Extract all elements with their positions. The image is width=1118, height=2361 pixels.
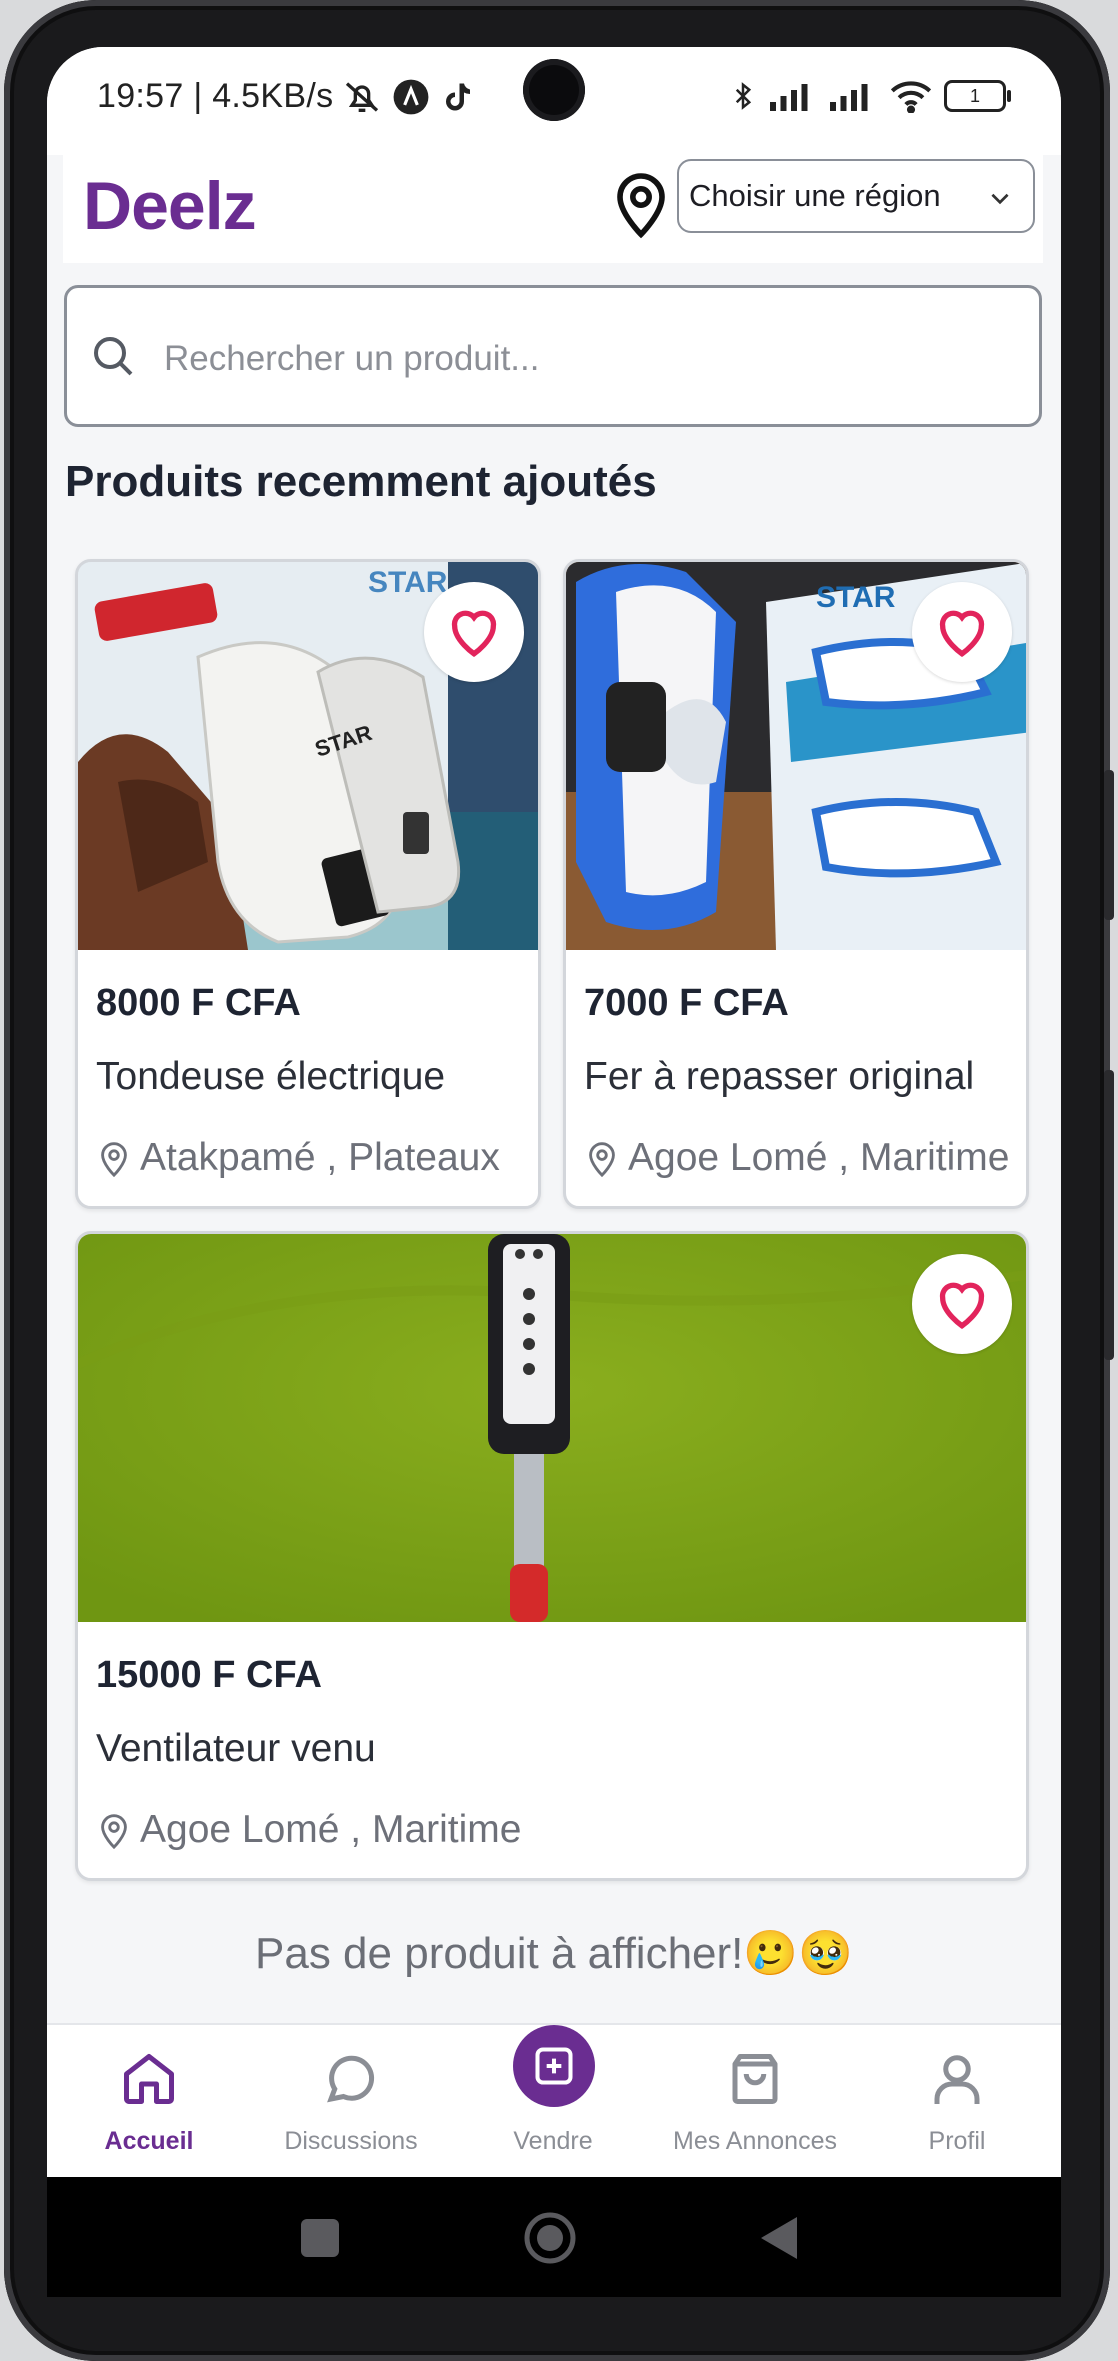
section-title: Produits recemment ajoutés (65, 457, 657, 506)
home-icon (124, 2054, 174, 2104)
product-image-fan (78, 1234, 1026, 1622)
system-navigation-bar (47, 2177, 1061, 2297)
nav-label: Profil (928, 2127, 986, 2155)
home-system-button[interactable] (523, 2211, 577, 2265)
bottom-navigation: Accueil Discussions Vendre Mes Annonces … (47, 2023, 1061, 2177)
nav-item-mes-annonces[interactable]: Mes Annonces (655, 2025, 855, 2177)
app-a-icon (393, 79, 429, 115)
nav-item-profil[interactable]: Profil (857, 2025, 1057, 2177)
product-location: Agoe Lomé , Maritime (584, 1136, 1010, 1180)
signal-icon (770, 84, 808, 111)
back-button[interactable] (757, 2215, 801, 2261)
favorite-button[interactable] (912, 582, 1012, 682)
nav-item-discussions[interactable]: Discussions (251, 2025, 451, 2177)
product-name: Ventilateur venu (96, 1727, 376, 1770)
volume-button (1104, 770, 1114, 920)
chevron-down-icon (991, 193, 1009, 205)
signal-icon-2 (830, 84, 868, 111)
svg-text:STAR: STAR (816, 581, 896, 614)
location-pin-icon (589, 1142, 615, 1178)
product-card[interactable]: 15000 F CFA Ventilateur venu Agoe Lomé ,… (75, 1231, 1029, 1881)
status-notification-icons (342, 77, 476, 117)
status-bar: 19:57 | 4.5KB/s 1 (47, 47, 1061, 155)
nav-label: Accueil (104, 2127, 194, 2155)
power-button (1104, 1070, 1114, 1360)
recent-apps-button[interactable] (301, 2219, 339, 2257)
product-card[interactable]: STAR 7000 F CFA Fer à repasser original … (563, 559, 1029, 1209)
front-camera (523, 59, 585, 121)
product-location-text: Agoe Lomé , Maritime (140, 1808, 522, 1851)
search-box (64, 285, 1042, 427)
heart-icon (939, 1282, 985, 1329)
sell-button[interactable] (513, 2025, 595, 2107)
nav-label: Discussions (284, 2127, 418, 2155)
svg-text:STAR: STAR (368, 566, 448, 599)
tiktok-icon (446, 83, 470, 111)
nav-item-vendre[interactable]: Vendre (453, 2025, 653, 2177)
product-name: Tondeuse électrique (96, 1055, 446, 1098)
product-location: Atakpamé , Plateaux (96, 1136, 500, 1180)
region-select-value: Choisir une région (689, 178, 941, 213)
app-header: Deelz Choisir une région (63, 149, 1043, 263)
chat-bubble-icon (327, 2055, 375, 2103)
heart-icon (939, 610, 985, 657)
wifi-icon (890, 81, 932, 113)
favorite-button[interactable] (912, 1254, 1012, 1354)
product-name: Fer à repasser original (584, 1055, 975, 1098)
heart-icon (451, 610, 497, 657)
nav-item-accueil[interactable]: Accueil (49, 2025, 249, 2177)
bell-off-icon (345, 82, 379, 112)
location-pin-icon (617, 173, 665, 239)
bluetooth-icon (735, 82, 752, 110)
nav-label: Vendre (513, 2127, 593, 2155)
product-location-text: Atakpamé , Plateaux (140, 1136, 500, 1179)
status-time: 19:57 | 4.5KB/s (97, 77, 334, 115)
battery-indicator: 1 (944, 80, 1011, 112)
user-icon (934, 2055, 980, 2104)
product-location-text: Agoe Lomé , Maritime (628, 1136, 1010, 1179)
status-system-icons: 1 (728, 77, 1011, 115)
product-card[interactable]: STAR STAR 8000 F CFA Tondeuse électrique… (75, 559, 541, 1209)
plus-square-icon (535, 2047, 573, 2085)
app-logo: Deelz (83, 168, 257, 244)
back-triangle-icon (761, 2217, 797, 2259)
search-input[interactable] (162, 318, 1016, 400)
favorite-button[interactable] (424, 582, 524, 682)
shopping-bag-icon (732, 2054, 778, 2104)
product-price: 7000 F CFA (584, 982, 789, 1024)
product-location: Agoe Lomé , Maritime (96, 1808, 522, 1852)
empty-message: Pas de produit à afficher!🥲🥹 (255, 1929, 853, 1978)
home-circle-icon (524, 2212, 576, 2264)
location-pin-icon (101, 1142, 127, 1178)
nav-label: Mes Annonces (673, 2127, 837, 2155)
phone-screen: 19:57 | 4.5KB/s 1 Deelz Choisir une régi… (47, 47, 1061, 2177)
region-select[interactable]: Choisir une région (677, 159, 1035, 233)
location-pin-icon (101, 1814, 127, 1850)
product-price: 15000 F CFA (96, 1654, 322, 1696)
search-icon (94, 337, 133, 376)
product-price: 8000 F CFA (96, 982, 301, 1024)
